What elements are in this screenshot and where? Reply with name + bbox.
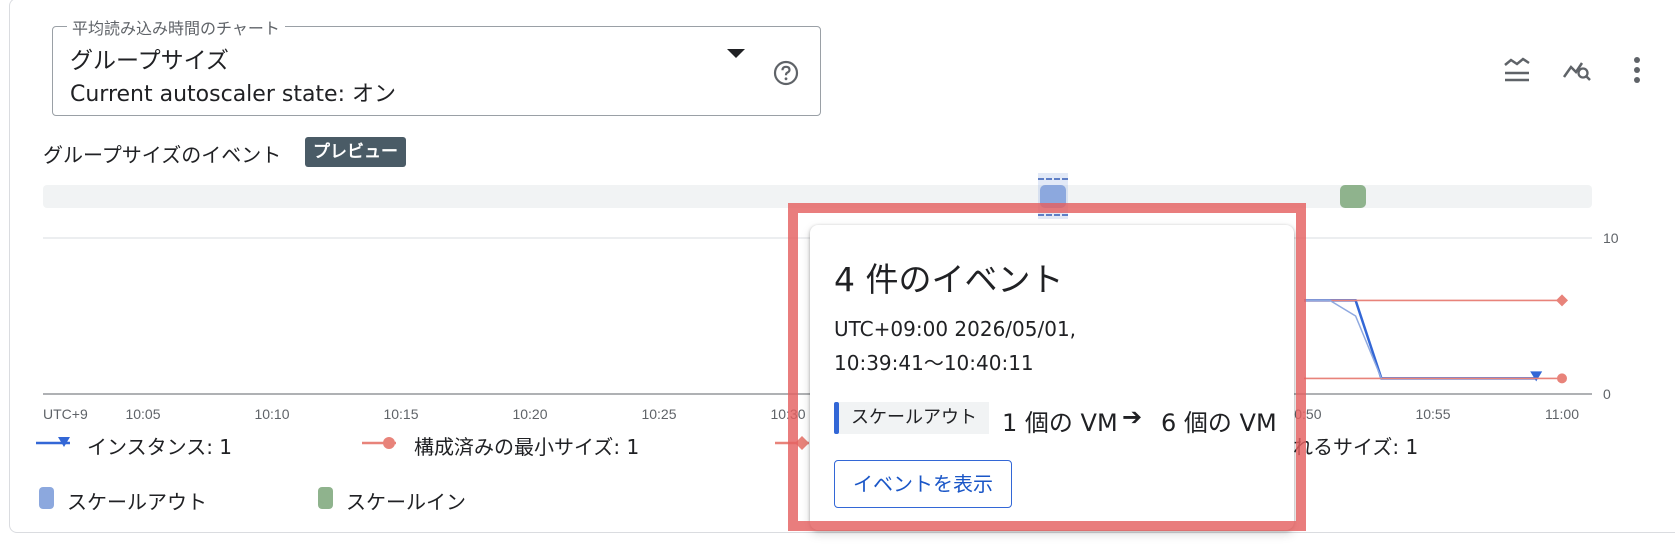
x-tick-label: 10:20 bbox=[512, 406, 547, 422]
x-tick-label: 10:25 bbox=[641, 406, 676, 422]
legend-min-size[interactable]: 構成済みの最小サイズ: 1 bbox=[414, 431, 639, 460]
y-tick-label: 10 bbox=[1603, 230, 1619, 246]
series-marker bbox=[1556, 294, 1568, 307]
y-tick-label: 0 bbox=[1603, 386, 1611, 402]
x-tick-label: 10:05 bbox=[125, 406, 160, 422]
x-tick-label: 11:00 bbox=[1545, 406, 1579, 422]
scale-out-legend-swatch bbox=[39, 487, 54, 509]
x-tick-label: 10:15 bbox=[383, 406, 418, 422]
series-line bbox=[1304, 299, 1537, 380]
x-tick-label: 10:55 bbox=[1415, 406, 1450, 422]
series-marker bbox=[1557, 373, 1567, 384]
series-marker bbox=[1530, 371, 1543, 382]
x-tick-label: 10:10 bbox=[254, 406, 289, 422]
legend-instances[interactable]: インスタンス: 1 bbox=[87, 431, 232, 460]
instances-legend-swatch bbox=[36, 437, 70, 447]
legend-scale-out[interactable]: スケールアウト bbox=[67, 486, 207, 515]
legend-scale-in[interactable]: スケールイン bbox=[346, 486, 466, 515]
min-size-legend-swatch bbox=[362, 437, 396, 449]
x-tick-label: UTC+9 bbox=[43, 406, 88, 422]
highlight-box bbox=[788, 203, 1306, 531]
legend-partial-size[interactable]: れるサイズ: 1 bbox=[1293, 431, 1418, 460]
scale-in-legend-swatch bbox=[318, 487, 333, 509]
